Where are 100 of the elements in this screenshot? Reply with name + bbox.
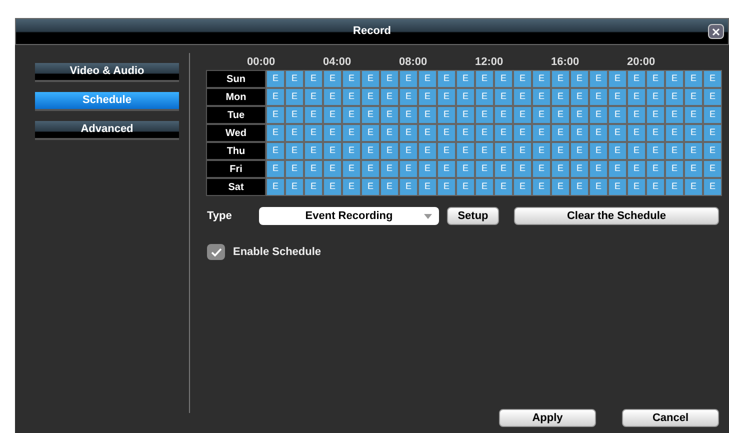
- schedule-cell[interactable]: E: [703, 124, 722, 142]
- schedule-cell[interactable]: E: [266, 88, 285, 106]
- schedule-cell[interactable]: E: [608, 178, 627, 196]
- schedule-cell[interactable]: E: [551, 106, 570, 124]
- schedule-cell[interactable]: E: [627, 160, 646, 178]
- schedule-cell[interactable]: E: [570, 142, 589, 160]
- schedule-cell[interactable]: E: [304, 178, 323, 196]
- schedule-cell[interactable]: E: [285, 88, 304, 106]
- schedule-cell[interactable]: E: [589, 124, 608, 142]
- schedule-cell[interactable]: E: [608, 142, 627, 160]
- schedule-cell[interactable]: E: [703, 142, 722, 160]
- schedule-cell[interactable]: E: [323, 88, 342, 106]
- schedule-cell[interactable]: E: [399, 178, 418, 196]
- schedule-cell[interactable]: E: [551, 178, 570, 196]
- sidebar-tab[interactable]: Video & Audio: [35, 63, 179, 82]
- schedule-cell[interactable]: E: [684, 88, 703, 106]
- schedule-cell[interactable]: E: [684, 70, 703, 88]
- schedule-cell[interactable]: E: [304, 124, 323, 142]
- schedule-cell[interactable]: E: [342, 142, 361, 160]
- schedule-cell[interactable]: E: [627, 142, 646, 160]
- schedule-cell[interactable]: E: [551, 88, 570, 106]
- schedule-cell[interactable]: E: [665, 106, 684, 124]
- schedule-cell[interactable]: E: [285, 124, 304, 142]
- schedule-cell[interactable]: E: [513, 142, 532, 160]
- schedule-cell[interactable]: E: [551, 70, 570, 88]
- schedule-cell[interactable]: E: [304, 106, 323, 124]
- schedule-cell[interactable]: E: [513, 106, 532, 124]
- schedule-cell[interactable]: E: [475, 124, 494, 142]
- schedule-cell[interactable]: E: [589, 88, 608, 106]
- schedule-cell[interactable]: E: [380, 178, 399, 196]
- schedule-cell[interactable]: E: [703, 106, 722, 124]
- schedule-cell[interactable]: E: [513, 124, 532, 142]
- schedule-cell[interactable]: E: [399, 124, 418, 142]
- enable-schedule-checkbox[interactable]: [207, 244, 225, 260]
- schedule-cell[interactable]: E: [456, 106, 475, 124]
- schedule-cell[interactable]: E: [589, 70, 608, 88]
- schedule-cell[interactable]: E: [342, 178, 361, 196]
- schedule-cell[interactable]: E: [399, 70, 418, 88]
- schedule-cell[interactable]: E: [665, 88, 684, 106]
- schedule-cell[interactable]: E: [627, 88, 646, 106]
- schedule-cell[interactable]: E: [570, 178, 589, 196]
- schedule-cell[interactable]: E: [646, 70, 665, 88]
- schedule-cell[interactable]: E: [608, 106, 627, 124]
- schedule-cell[interactable]: E: [684, 142, 703, 160]
- schedule-cell[interactable]: E: [380, 106, 399, 124]
- schedule-cell[interactable]: E: [589, 178, 608, 196]
- sidebar-tab[interactable]: Advanced: [35, 121, 179, 140]
- schedule-cell[interactable]: E: [304, 70, 323, 88]
- schedule-cell[interactable]: E: [361, 178, 380, 196]
- schedule-cell[interactable]: E: [475, 178, 494, 196]
- schedule-cell[interactable]: E: [684, 124, 703, 142]
- schedule-cell[interactable]: E: [475, 70, 494, 88]
- schedule-cell[interactable]: E: [494, 160, 513, 178]
- schedule-cell[interactable]: E: [646, 160, 665, 178]
- schedule-cell[interactable]: E: [627, 106, 646, 124]
- schedule-cell[interactable]: E: [475, 160, 494, 178]
- schedule-cell[interactable]: E: [608, 70, 627, 88]
- schedule-cell[interactable]: E: [418, 178, 437, 196]
- sidebar-tab[interactable]: Schedule: [35, 92, 179, 111]
- schedule-cell[interactable]: E: [551, 124, 570, 142]
- schedule-cell[interactable]: E: [285, 142, 304, 160]
- clear-schedule-button[interactable]: Clear the Schedule: [514, 207, 719, 225]
- schedule-cell[interactable]: E: [532, 124, 551, 142]
- schedule-cell[interactable]: E: [323, 160, 342, 178]
- schedule-cell[interactable]: E: [285, 160, 304, 178]
- schedule-cell[interactable]: E: [570, 160, 589, 178]
- schedule-cell[interactable]: E: [646, 88, 665, 106]
- schedule-cell[interactable]: E: [494, 142, 513, 160]
- schedule-cell[interactable]: E: [703, 70, 722, 88]
- schedule-cell[interactable]: E: [323, 70, 342, 88]
- schedule-cell[interactable]: E: [532, 70, 551, 88]
- schedule-cell[interactable]: E: [361, 88, 380, 106]
- schedule-cell[interactable]: E: [418, 142, 437, 160]
- schedule-cell[interactable]: E: [418, 124, 437, 142]
- schedule-cell[interactable]: E: [475, 106, 494, 124]
- schedule-cell[interactable]: E: [361, 106, 380, 124]
- schedule-cell[interactable]: E: [323, 106, 342, 124]
- schedule-cell[interactable]: E: [513, 160, 532, 178]
- schedule-cell[interactable]: E: [665, 178, 684, 196]
- cancel-button[interactable]: Cancel: [622, 409, 719, 427]
- schedule-cell[interactable]: E: [399, 160, 418, 178]
- schedule-cell[interactable]: E: [304, 88, 323, 106]
- schedule-cell[interactable]: E: [532, 106, 551, 124]
- schedule-cell[interactable]: E: [380, 70, 399, 88]
- schedule-cell[interactable]: E: [418, 160, 437, 178]
- schedule-cell[interactable]: E: [266, 70, 285, 88]
- schedule-cell[interactable]: E: [589, 142, 608, 160]
- schedule-cell[interactable]: E: [684, 106, 703, 124]
- schedule-cell[interactable]: E: [285, 106, 304, 124]
- schedule-cell[interactable]: E: [532, 142, 551, 160]
- schedule-cell[interactable]: E: [684, 178, 703, 196]
- schedule-cell[interactable]: E: [437, 88, 456, 106]
- schedule-cell[interactable]: E: [570, 70, 589, 88]
- schedule-cell[interactable]: E: [570, 106, 589, 124]
- schedule-cell[interactable]: E: [342, 124, 361, 142]
- schedule-cell[interactable]: E: [437, 124, 456, 142]
- schedule-cell[interactable]: E: [418, 70, 437, 88]
- schedule-cell[interactable]: E: [266, 160, 285, 178]
- schedule-cell[interactable]: E: [361, 142, 380, 160]
- schedule-cell[interactable]: E: [494, 70, 513, 88]
